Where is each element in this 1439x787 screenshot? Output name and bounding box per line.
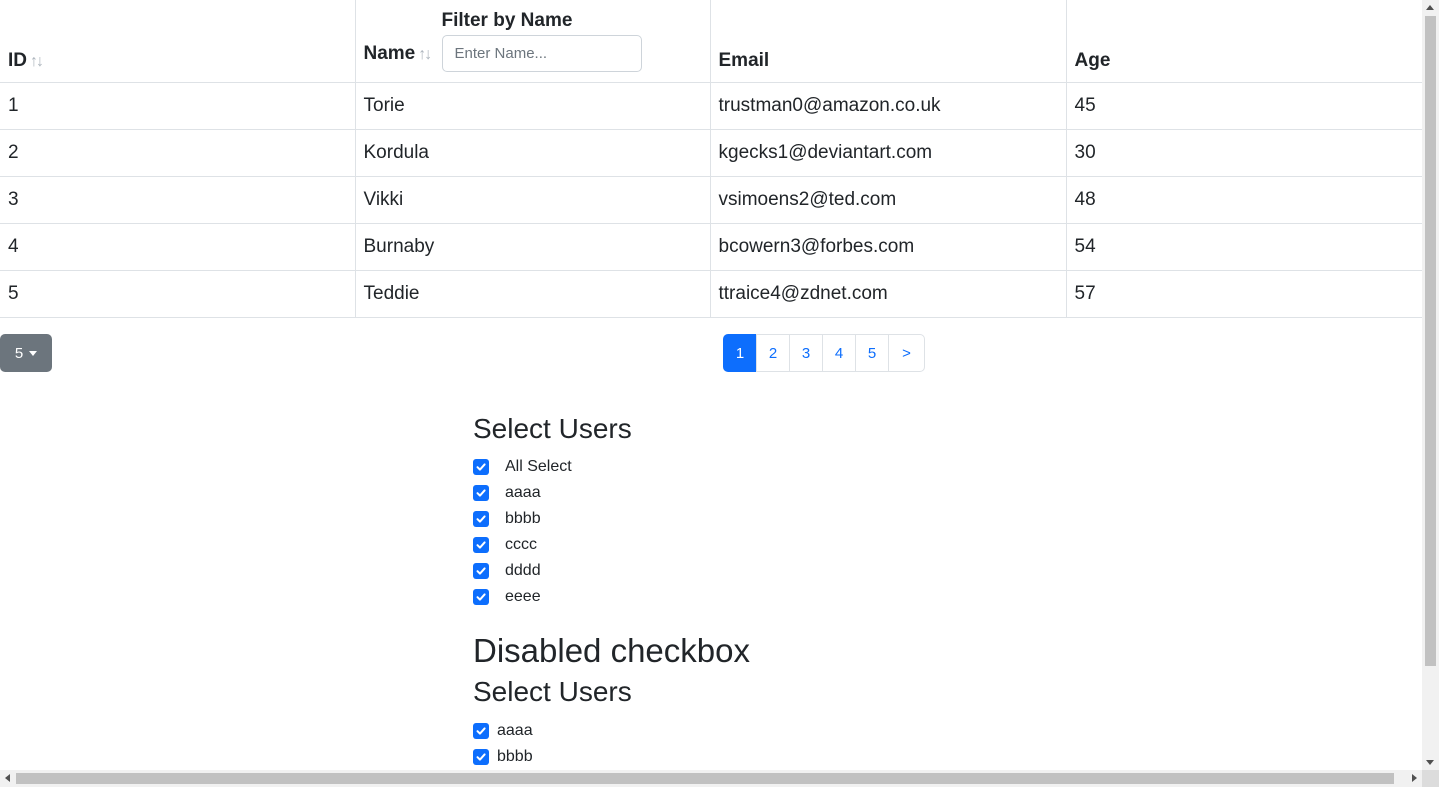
checkbox-label: aaaa <box>505 484 541 501</box>
horizontal-scrollbar[interactable] <box>0 770 1422 787</box>
scroll-right-icon[interactable] <box>1412 774 1417 782</box>
cell-id: 2 <box>0 129 356 177</box>
checkbox-checked-icon[interactable] <box>473 511 489 527</box>
column-header-id[interactable]: ID ↑↓ <box>0 0 356 83</box>
checkbox-all-select[interactable]: All Select <box>473 454 632 480</box>
page-size-dropdown[interactable]: 5 <box>0 334 52 372</box>
cell-email: bcowern3@forbes.com <box>710 223 1067 271</box>
browser-viewport: ID↑↓ Name↑↓ Filter by Name Email <box>0 0 1439 787</box>
cell-id: 3 <box>0 176 356 224</box>
checkbox-bbbb[interactable]: bbbb <box>473 506 632 532</box>
cell-email: kgecks1@deviantart.com <box>710 129 1067 177</box>
cell-name: Kordula <box>355 129 711 177</box>
checkbox-checked-icon[interactable] <box>473 563 489 579</box>
table-row: 1 Torie trustman0@amazon.co.uk 45 <box>0 82 1422 130</box>
checkbox-label: bbbb <box>505 510 541 527</box>
vertical-scroll-thumb[interactable] <box>1425 16 1436 666</box>
table-row: 3 Vikki vsimoens2@ted.com 48 <box>0 176 1422 224</box>
cell-age: 48 <box>1066 176 1422 224</box>
disabled-users-list: aaaa bbbb <box>473 718 750 770</box>
disabled-checkbox-heading: Disabled checkbox <box>473 632 750 669</box>
cell-email: vsimoens2@ted.com <box>710 176 1067 224</box>
cell-id: 1 <box>0 82 356 130</box>
scroll-down-icon[interactable] <box>1426 760 1434 765</box>
page-button-4[interactable]: 4 <box>822 334 856 372</box>
column-header-email-label: Email <box>718 49 770 71</box>
checkbox-checked-icon[interactable] <box>473 459 489 475</box>
column-header-age-label: Age <box>1074 49 1111 71</box>
page-size-value: 5 <box>14 344 24 362</box>
checkbox-label: dddd <box>505 562 541 579</box>
checkbox-checked-icon <box>473 749 489 765</box>
cell-name: Burnaby <box>355 223 711 271</box>
checkbox-label: All Select <box>505 458 572 475</box>
name-filter-input[interactable] <box>441 35 642 72</box>
cell-name: Teddie <box>355 270 711 318</box>
select-users-title: Select Users <box>473 413 632 444</box>
column-header-email: Email <box>710 0 1067 83</box>
table-row: 5 Teddie ttraice4@zdnet.com 57 <box>0 270 1422 318</box>
scroll-left-icon[interactable] <box>5 774 10 782</box>
checkbox-label: aaaa <box>497 722 533 739</box>
checkbox-label: eeee <box>505 588 541 605</box>
disabled-checkbox-bbbb: bbbb <box>473 744 750 770</box>
page-content: ID↑↓ Name↑↓ Filter by Name Email <box>0 0 1422 770</box>
scrollbar-corner <box>1422 770 1439 787</box>
cell-age: 30 <box>1066 129 1422 177</box>
cell-age: 45 <box>1066 82 1422 130</box>
page-button-2[interactable]: 2 <box>756 334 790 372</box>
name-header-container: Name ↑↓ Filter by Name <box>364 0 704 82</box>
checkbox-checked-icon[interactable] <box>473 537 489 553</box>
checkbox-checked-icon[interactable] <box>473 589 489 605</box>
filter-label: Filter by Name <box>441 10 573 31</box>
checkbox-label: cccc <box>505 536 537 553</box>
checkbox-cccc[interactable]: cccc <box>473 532 632 558</box>
select-users-list: All Select aaaa bbbb cccc dddd eeee <box>473 454 632 610</box>
disabled-checkbox-aaaa: aaaa <box>473 718 750 744</box>
cell-name: Vikki <box>355 176 711 224</box>
column-header-age: Age <box>1066 0 1422 83</box>
cell-email: trustman0@amazon.co.uk <box>710 82 1067 130</box>
checkbox-eeee[interactable]: eeee <box>473 584 632 610</box>
cell-name: Torie <box>355 82 711 130</box>
next-page-button[interactable]: > <box>888 334 925 372</box>
column-header-name: Name ↑↓ Filter by Name <box>355 0 711 83</box>
cell-id: 4 <box>0 223 356 271</box>
vertical-scrollbar[interactable] <box>1422 0 1439 770</box>
page-button-3[interactable]: 3 <box>789 334 823 372</box>
checkbox-checked-icon <box>473 723 489 739</box>
users-table: ID↑↓ Name↑↓ Filter by Name Email <box>0 0 1422 318</box>
name-filter: Filter by Name <box>441 10 652 72</box>
disabled-checkbox-section: Disabled checkbox Select Users aaaa bbbb <box>473 632 750 770</box>
page-button-5[interactable]: 5 <box>855 334 889 372</box>
column-header-id-label: ID <box>8 49 27 71</box>
table-row: 4 Burnaby bcowern3@forbes.com 54 <box>0 223 1422 271</box>
caret-down-icon <box>29 350 38 356</box>
cell-email: ttraice4@zdnet.com <box>710 270 1067 318</box>
pagination: 1 2 3 4 5 > <box>723 334 925 372</box>
sort-icon[interactable]: ↑↓ <box>418 46 432 63</box>
table-row: 2 Kordula kgecks1@deviantart.com 30 <box>0 129 1422 177</box>
column-header-name-label[interactable]: Name ↑↓ <box>363 43 433 65</box>
table-header-row: ID↑↓ Name↑↓ Filter by Name Email <box>0 0 1422 83</box>
disabled-select-users-title: Select Users <box>473 676 632 707</box>
cell-age: 57 <box>1066 270 1422 318</box>
page-button-1[interactable]: 1 <box>723 334 757 372</box>
checkbox-dddd[interactable]: dddd <box>473 558 632 584</box>
name-header-text: Name <box>363 43 416 64</box>
cell-id: 5 <box>0 270 356 318</box>
cell-age: 54 <box>1066 223 1422 271</box>
horizontal-scroll-thumb[interactable] <box>16 773 1394 784</box>
select-users-section: Select Users All Select aaaa bbbb cccc d… <box>473 413 632 610</box>
scroll-up-icon[interactable] <box>1426 5 1434 10</box>
checkbox-checked-icon[interactable] <box>473 485 489 501</box>
sort-icon[interactable]: ↑↓ <box>30 53 44 70</box>
checkbox-aaaa[interactable]: aaaa <box>473 480 632 506</box>
checkbox-label: bbbb <box>497 748 533 765</box>
